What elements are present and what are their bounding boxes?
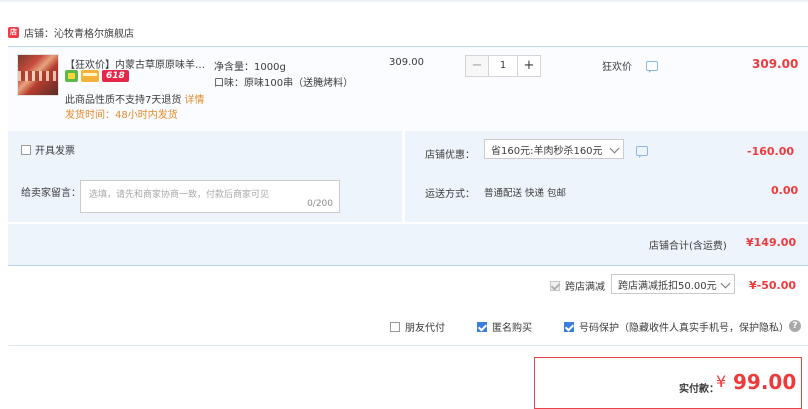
- cross-store-select[interactable]: 跨店满减抵扣50.00元: [611, 274, 735, 294]
- shipping-value: 0.00: [771, 184, 799, 197]
- phone-protect-checkbox[interactable]: [564, 321, 574, 332]
- invoice-label: 开具发票: [35, 146, 75, 157]
- top-divider: [0, 0, 808, 2]
- promo-info: 狂欢价: [602, 58, 658, 73]
- cross-store-selected-value: 跨店满减抵扣50.00元: [618, 280, 717, 292]
- phone-protect-option[interactable]: 号码保护（隐藏收件人真实手机号，保护隐私）: [564, 319, 789, 334]
- shipping-method: 普通配送 快递 包邮: [484, 188, 567, 199]
- cross-store-option: 跨店满减: [550, 278, 605, 293]
- message-label: 给卖家留言：: [21, 188, 81, 199]
- friend-pay-label: 朋友代付: [405, 323, 445, 334]
- invoice-checkbox[interactable]: [21, 144, 31, 155]
- message-placeholder: 选填，请先和商家协商一致，付款后商家可见: [89, 190, 270, 200]
- qty-input[interactable]: 1: [489, 55, 517, 77]
- card-badge-icon: [81, 70, 99, 82]
- seller-message-input[interactable]: 选填，请先和商家协商一致，付款后商家可见 0/200: [80, 180, 340, 213]
- product-thumbnail[interactable]: [17, 54, 59, 96]
- section-divider: [8, 345, 808, 346]
- shop-header: 店 店铺： 沁牧青格尔旗舰店: [8, 23, 134, 41]
- quantity-stepper: − 1 +: [465, 55, 541, 77]
- discount-select[interactable]: 省160元:羊肉秒杀160元: [484, 139, 624, 159]
- phone-protect-label: 号码保护（隐藏收件人真实手机号，保护隐私）: [579, 323, 789, 334]
- friend-pay-option[interactable]: 朋友代付: [390, 319, 445, 334]
- return-policy-note: 此商品性质不支持7天退货 详情: [65, 91, 204, 106]
- payment-amount: 99.00: [733, 370, 797, 394]
- discount-selected-value: 省160元:羊肉秒杀160元: [491, 145, 603, 157]
- chat-icon[interactable]: [636, 146, 648, 158]
- payment-label: 实付款：: [679, 384, 719, 395]
- message-char-count: 0/200: [307, 199, 333, 209]
- discount-value: -160.00: [747, 145, 795, 158]
- spec-weight: 净含量：1000g: [214, 62, 286, 73]
- friend-pay-checkbox[interactable]: [390, 321, 400, 332]
- qty-minus-button[interactable]: −: [465, 55, 489, 77]
- shop-subtotal-label: 店铺合计(含运费): [649, 241, 727, 252]
- return-policy-text: 此商品性质不支持7天退货: [65, 95, 182, 106]
- shop-name-link[interactable]: 沁牧青格尔旗舰店: [54, 25, 134, 40]
- discount-label: 店铺优惠：: [425, 150, 475, 161]
- ship-time: 发货时间：48小时内发货: [65, 110, 178, 121]
- chat-icon[interactable]: [646, 60, 658, 73]
- anonymous-label: 匿名购买: [492, 323, 532, 334]
- qty-plus-button[interactable]: +: [517, 55, 541, 77]
- cross-store-value: ¥-50.00: [749, 279, 797, 292]
- unit-price: 309.00: [389, 57, 424, 68]
- shipping-label: 运送方式：: [425, 189, 475, 200]
- payment-currency: ¥: [716, 372, 727, 391]
- shop-prefix: 店铺：: [24, 28, 54, 40]
- chevron-down-icon: [609, 143, 620, 154]
- shop-subtotal-value: ¥149.00: [746, 236, 797, 249]
- invoice-option[interactable]: 开具发票: [21, 142, 75, 157]
- service-badge-icon: [65, 70, 78, 82]
- product-badges: 618: [65, 70, 129, 82]
- promo-label: 狂欢价: [602, 62, 632, 73]
- anonymous-checkbox[interactable]: [477, 321, 487, 332]
- badge-618: 618: [102, 70, 129, 82]
- return-detail-link[interactable]: 详情: [184, 95, 204, 106]
- cross-store-checkbox: [550, 280, 560, 291]
- product-title-link[interactable]: 【狂欢价】内蒙古草原原味羊肉...: [65, 56, 210, 71]
- shop-icon: 店: [8, 26, 19, 38]
- anonymous-option[interactable]: 匿名购买: [477, 319, 532, 334]
- spec-flavor: 口味：原味100串（送腌烤料）: [214, 78, 354, 89]
- cross-store-label: 跨店满减: [565, 282, 605, 293]
- chevron-down-icon: [720, 278, 731, 289]
- item-total-price: 309.00: [752, 57, 799, 71]
- help-icon[interactable]: ?: [789, 320, 801, 332]
